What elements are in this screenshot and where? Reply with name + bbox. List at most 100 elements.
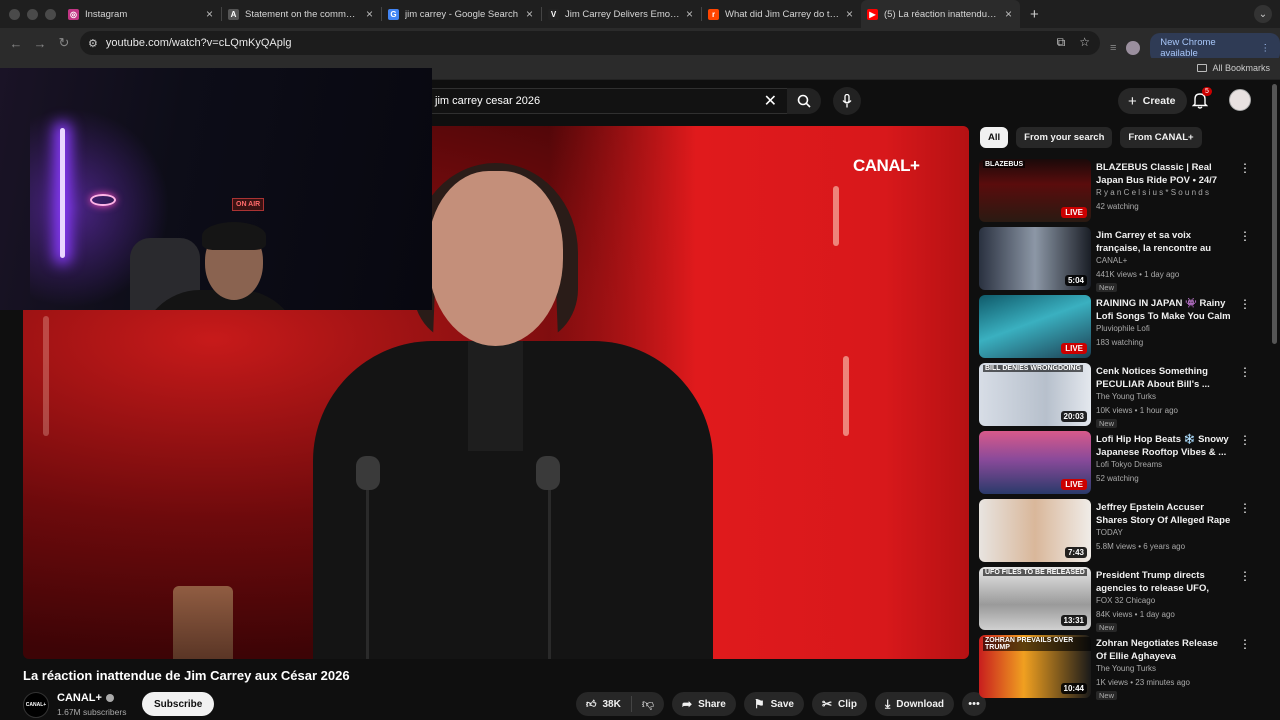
close-window-button[interactable] — [9, 8, 20, 20]
close-tab-icon[interactable]: × — [366, 7, 373, 21]
video-thumbnail[interactable]: ZOHRAN PREVAILS OVER TRUMP 10:44 — [979, 635, 1091, 698]
filter-chip[interactable]: From CANAL+ — [1120, 127, 1202, 148]
video-meta: 5.8M views • 6 years ago — [1096, 542, 1186, 551]
video-menu-icon[interactable]: ⋮ — [1239, 569, 1251, 583]
close-tab-icon[interactable]: × — [206, 7, 213, 21]
like-button[interactable]: 👍︎ 38K — [576, 696, 632, 712]
video-meta: 1K views • 23 minutes ago — [1096, 678, 1190, 687]
browser-tab[interactable]: ▶ (5) La réaction inattendue de × — [861, 0, 1020, 28]
close-tab-icon[interactable]: × — [686, 7, 693, 21]
video-menu-icon[interactable]: ⋮ — [1239, 297, 1251, 311]
video-menu-icon[interactable]: ⋮ — [1239, 365, 1251, 379]
channel-name[interactable]: R y a n C e l s i u s * S o u n d s — [1096, 188, 1209, 197]
recommended-video[interactable]: 7:43 Jeffrey Epstein Accuser Shares Story… — [979, 499, 1251, 567]
maximize-window-button[interactable] — [45, 8, 56, 20]
video-title-link[interactable]: Zohran Negotiates Release Of Ellie Aghay… — [1096, 637, 1231, 663]
video-menu-icon[interactable]: ⋮ — [1239, 229, 1251, 243]
video-title-link[interactable]: Lofi Hip Hop Beats ❄️ Snowy Japanese Roo… — [1096, 433, 1231, 459]
bookmark-star-icon[interactable]: ☆ — [1079, 35, 1090, 50]
clip-button[interactable]: ✂ Clip — [811, 692, 867, 716]
channel-name[interactable]: CANAL+ — [1096, 256, 1127, 265]
channel-name[interactable]: FOX 32 Chicago — [1096, 596, 1155, 605]
recommended-video[interactable]: ZOHRAN PREVAILS OVER TRUMP 10:44 Zohran Ne… — [979, 635, 1251, 703]
profile-avatar[interactable] — [1126, 41, 1141, 55]
like-dislike-group: 👍︎ 38K 👎︎ — [576, 692, 664, 716]
channel-name[interactable]: Pluviophile Lofi — [1096, 324, 1150, 333]
channel-avatar[interactable]: CANAL+ — [23, 692, 49, 718]
close-tab-icon[interactable]: × — [1005, 7, 1012, 21]
recommended-video[interactable]: BLAZEBUS LIVE BLAZEBUS Classic | Real Japa… — [979, 159, 1251, 227]
all-bookmarks-button[interactable]: All Bookmarks — [1197, 63, 1270, 73]
filter-chip[interactable]: From your search — [1016, 127, 1113, 148]
share-icon: ➦ — [682, 697, 693, 711]
video-title-link[interactable]: RAINING IN JAPAN 👾 Rainy Lofi Songs To M… — [1096, 297, 1231, 323]
video-thumbnail[interactable]: LIVE — [979, 295, 1091, 358]
filter-chip[interactable]: All — [980, 127, 1009, 148]
address-bar[interactable]: ⚙ youtube.com/watch?v=cLQmKyQAplg ⧉ ☆ — [80, 31, 1100, 55]
page-scrollbar[interactable] — [1272, 84, 1277, 344]
subscribe-button[interactable]: Subscribe — [142, 692, 215, 716]
site-info-icon[interactable]: ⚙ — [88, 37, 98, 50]
channel-name[interactable]: Lofi Tokyo Dreams — [1096, 460, 1162, 469]
recommended-video[interactable]: 5:04 Jim Carrey et sa voix française, la … — [979, 227, 1251, 295]
channel-name[interactable]: The Young Turks — [1096, 664, 1156, 673]
video-title-link[interactable]: Jim Carrey et sa voix française, la renc… — [1096, 229, 1231, 255]
minimize-window-button[interactable] — [27, 8, 38, 20]
search-input[interactable]: jim carrey cesar 2026 ✕ — [420, 88, 787, 114]
video-actions: 👍︎ 38K 👎︎ ➦ Share ⚑ Save ✂ Clip ⤓ Download ••… — [576, 692, 987, 716]
video-menu-icon[interactable]: ⋮ — [1239, 433, 1251, 447]
video-thumbnail[interactable]: UFO FILES TO BE RELEASED 13:31 — [979, 567, 1091, 630]
recommended-video[interactable]: BILL DENIES WRONGDOING 20:03 Cenk Notices … — [979, 363, 1251, 431]
forward-button[interactable]: → — [28, 36, 52, 51]
subscriber-count: 1.67M subscribers — [57, 707, 127, 717]
save-button[interactable]: ⚑ Save — [743, 692, 804, 716]
browser-tab[interactable]: V Jim Carrey Delivers Emotiona × — [542, 0, 701, 28]
podium-microphone — [536, 456, 560, 490]
recommended-video[interactable]: UFO FILES TO BE RELEASED 13:31 President T… — [979, 567, 1251, 635]
browser-tab[interactable]: r What did Jim Carrey do to hi × — [702, 0, 861, 28]
tab-favicon-icon: G — [388, 8, 399, 20]
notifications-button[interactable]: 5 — [1191, 87, 1212, 114]
back-button[interactable]: ← — [4, 36, 28, 51]
video-title-link[interactable]: Cenk Notices Something PECULIAR About Bi… — [1096, 365, 1231, 391]
video-title-link[interactable]: Jeffrey Epstein Accuser Shares Story Of … — [1096, 501, 1231, 527]
video-thumbnail[interactable]: 7:43 — [979, 499, 1091, 562]
share-button[interactable]: ➦ Share — [672, 692, 736, 716]
video-title-link[interactable]: BLAZEBUS Classic | Real Japan Bus Ride P… — [1096, 161, 1231, 187]
clear-search-icon[interactable]: ✕ — [764, 91, 777, 111]
video-meta: 52 watching — [1096, 474, 1139, 483]
video-menu-icon[interactable]: ⋮ — [1239, 161, 1251, 175]
video-thumbnail[interactable]: BLAZEBUS LIVE — [979, 159, 1091, 222]
video-menu-icon[interactable]: ⋮ — [1239, 637, 1251, 651]
video-title-link[interactable]: President Trump directs agencies to rele… — [1096, 569, 1231, 595]
channel-name[interactable]: The Young Turks — [1096, 392, 1156, 401]
tab-title: What did Jim Carrey do to hi — [725, 8, 840, 20]
channel-name[interactable]: CANAL+ — [57, 692, 114, 704]
recommended-video[interactable]: LIVE Lofi Hip Hop Beats ❄️ Snowy Japanese… — [979, 431, 1251, 499]
new-tab-button[interactable]: + — [1030, 6, 1039, 23]
browser-tab[interactable]: ◎ Instagram × — [62, 0, 221, 28]
video-thumbnail[interactable]: 5:04 — [979, 227, 1091, 290]
recommended-video[interactable]: LIVE RAINING IN JAPAN 👾 Rainy Lofi Songs … — [979, 295, 1251, 363]
video-thumbnail[interactable]: LIVE — [979, 431, 1091, 494]
close-tab-icon[interactable]: × — [846, 7, 853, 21]
video-thumbnail[interactable]: BILL DENIES WRONGDOING 20:03 — [979, 363, 1091, 426]
browser-tab[interactable]: Gjim carrey - Google Search × — [382, 0, 541, 28]
download-button[interactable]: ⤓ Download — [874, 692, 955, 716]
create-button[interactable]: + Create — [1118, 88, 1188, 114]
tab-title: Statement on the comments — [245, 8, 360, 20]
voice-search-button[interactable] — [833, 87, 861, 115]
browser-tab[interactable]: A Statement on the comments × — [222, 0, 381, 28]
install-app-icon[interactable]: ⧉ — [1057, 35, 1066, 50]
account-avatar[interactable] — [1229, 89, 1251, 111]
tab-search-button[interactable]: ⌄ — [1254, 5, 1272, 23]
duration-badge: 10:44 — [1060, 683, 1087, 694]
dislike-button[interactable]: 👎︎ — [632, 697, 664, 712]
reload-button[interactable]: ↻ — [52, 35, 76, 51]
reading-mode-icon[interactable]: ≡ — [1110, 42, 1116, 54]
search-button[interactable] — [787, 88, 821, 114]
clip-label: Clip — [838, 698, 857, 710]
channel-name[interactable]: TODAY — [1096, 528, 1123, 537]
close-tab-icon[interactable]: × — [526, 7, 533, 21]
video-menu-icon[interactable]: ⋮ — [1239, 501, 1251, 515]
